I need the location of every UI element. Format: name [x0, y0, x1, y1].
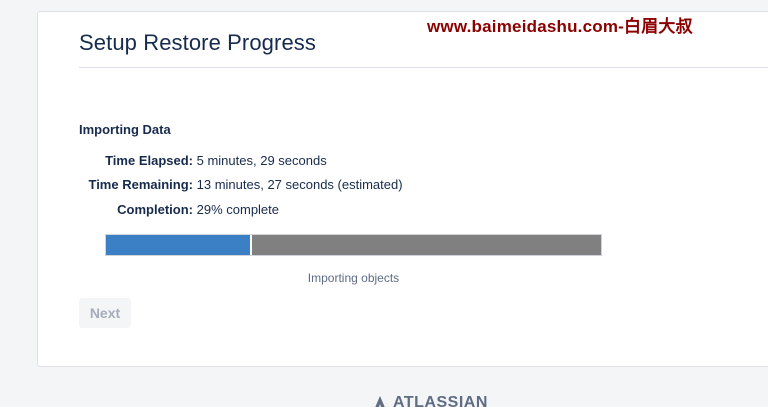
- time-elapsed-value: 5 minutes, 29 seconds: [196, 153, 327, 168]
- atlassian-logo: ATLASSIAN: [373, 393, 488, 407]
- time-remaining-value: 13 minutes, 27 seconds (estimated): [196, 177, 403, 192]
- next-button[interactable]: Next: [79, 298, 131, 328]
- progress-caption: Importing objects: [307, 271, 400, 285]
- section-heading: Importing Data: [79, 122, 171, 137]
- atlassian-logo-text: ATLASSIAN: [393, 394, 488, 407]
- page: Setup Restore Progress Importing Data Ti…: [0, 0, 768, 407]
- restore-progress-panel: Setup Restore Progress Importing Data Ti…: [37, 11, 768, 367]
- completion-value: 29% complete: [196, 202, 280, 217]
- time-elapsed-label: Time Elapsed:: [105, 153, 193, 168]
- progress-bar-fill: [106, 235, 250, 255]
- page-title: Setup Restore Progress: [79, 30, 316, 55]
- completion-label: Completion:: [117, 202, 193, 217]
- time-elapsed-row: Time Elapsed: 5 minutes, 29 seconds: [79, 153, 327, 169]
- atlassian-logo-icon: [375, 396, 385, 407]
- progress-bar-remaining: [251, 235, 601, 255]
- completion-row: Completion: 29% complete: [79, 202, 279, 218]
- watermark: www.baimeidashu.com-白眉大叔: [427, 17, 693, 36]
- progress-bar: [105, 234, 602, 256]
- time-remaining-label: Time Remaining:: [88, 177, 193, 192]
- time-remaining-row: Time Remaining: 13 minutes, 27 seconds (…: [79, 177, 403, 193]
- title-divider: [79, 67, 768, 68]
